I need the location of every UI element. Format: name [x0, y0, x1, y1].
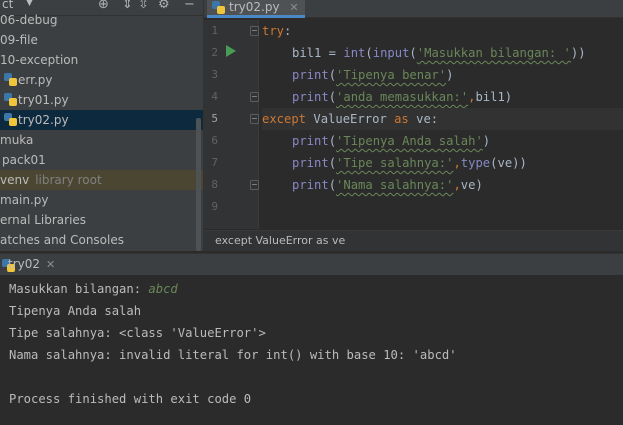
line-number: 7 [211, 156, 218, 169]
fold-marker-icon[interactable] [250, 26, 259, 36]
fold-marker-icon[interactable] [250, 114, 259, 124]
line-number: 4 [211, 90, 218, 103]
code-line-5: except ValueError as ve: [262, 108, 623, 130]
line-number: 9 [211, 200, 218, 213]
code-line-3: print('Tipenya benar') [292, 68, 454, 82]
tree-item-06-debug[interactable]: 06-debug [0, 10, 203, 30]
tab-try02-py[interactable]: try02.py ✕ [207, 0, 305, 18]
run-console[interactable]: Masukkan bilangan: abcd Tipenya Anda sal… [0, 276, 623, 425]
close-icon[interactable]: ✕ [289, 1, 298, 14]
sidebar-scrollbar[interactable] [196, 118, 201, 251]
python-file-icon [212, 1, 225, 14]
console-line: Tipenya Anda salah [9, 304, 142, 318]
tree-item-scratches-consoles[interactable]: atches and Consoles [0, 230, 203, 250]
python-file-icon [4, 113, 17, 126]
tree-item-main-py[interactable]: main.py [0, 190, 203, 210]
tree-item-err-py[interactable]: err.py [0, 70, 203, 90]
code-line-4: print('anda memasukkan:',bil1) [292, 90, 513, 104]
tree-item-try01-py[interactable]: try01.py [0, 90, 203, 110]
line-number: 3 [211, 68, 218, 81]
tree-item-10-exception[interactable]: 10-exception [0, 50, 203, 70]
editor-tab-bar: try02.py ✕ [204, 0, 623, 18]
line-gutter: 1 2 3 4 5 6 7 8 9 [204, 20, 259, 229]
tree-item-09-file[interactable]: 09-file [0, 30, 203, 50]
breadcrumb[interactable]: except ValueError as ve [204, 230, 623, 251]
python-file-icon [4, 93, 17, 106]
close-icon[interactable]: ✕ [46, 258, 55, 271]
code-line-6: print('Tipenya Anda salah') [292, 134, 491, 148]
fold-marker-icon[interactable] [250, 180, 259, 190]
line-number: 8 [211, 178, 218, 191]
console-line: Masukkan bilangan: abcd [9, 282, 178, 296]
library-root-annotation: library root [35, 173, 102, 187]
code-line-1: try: [262, 24, 292, 38]
run-tab-try02[interactable]: try02 ✕ [8, 257, 55, 271]
tree-item-pack01[interactable]: pack01 [0, 150, 203, 170]
tree-item-muka[interactable]: muka [0, 130, 203, 150]
code-area[interactable]: try: bil1 = int(input('Masukkan bilangan… [262, 20, 623, 229]
console-exit-line: Process finished with exit code 0 [9, 392, 252, 406]
tree-item-external-libraries[interactable]: ernal Libraries [0, 210, 203, 230]
run-tool-window-header: try02 ✕ [0, 253, 623, 275]
console-line: Nama salahnya: invalid literal for int()… [9, 348, 457, 362]
line-number: 5 [211, 112, 218, 125]
code-line-8: print('Nama salahnya:',ve) [292, 178, 483, 192]
tab-label: try02.py [229, 0, 280, 14]
code-line-7: print('Tipe salahnya:',type(ve)) [292, 156, 527, 170]
console-line: Tipe salahnya: <class 'ValueError'> [9, 326, 266, 340]
line-number: 6 [211, 134, 218, 147]
code-editor: try02.py ✕ 1 2 3 4 5 6 7 8 9 try: bil1 =… [203, 0, 623, 251]
fold-marker-icon[interactable] [250, 92, 259, 102]
code-line-2: bil1 = int(input('Masukkan bilangan: ')) [292, 46, 586, 60]
tree-item-try02-py[interactable]: try02.py [0, 110, 203, 130]
project-sidebar: ct ▼ ⊕ ⇕ ⇳ ⚙ − 06-debug 09-file 10-excep… [0, 0, 203, 251]
run-gutter-icon[interactable] [226, 45, 236, 57]
line-number: 1 [211, 24, 218, 37]
tree-item-venv[interactable]: venv library root [0, 170, 203, 190]
chevron-down-icon[interactable]: ▼ [26, 0, 33, 8]
line-number: 2 [211, 46, 218, 59]
python-file-icon [4, 73, 17, 86]
console-user-input: abcd [148, 282, 178, 296]
